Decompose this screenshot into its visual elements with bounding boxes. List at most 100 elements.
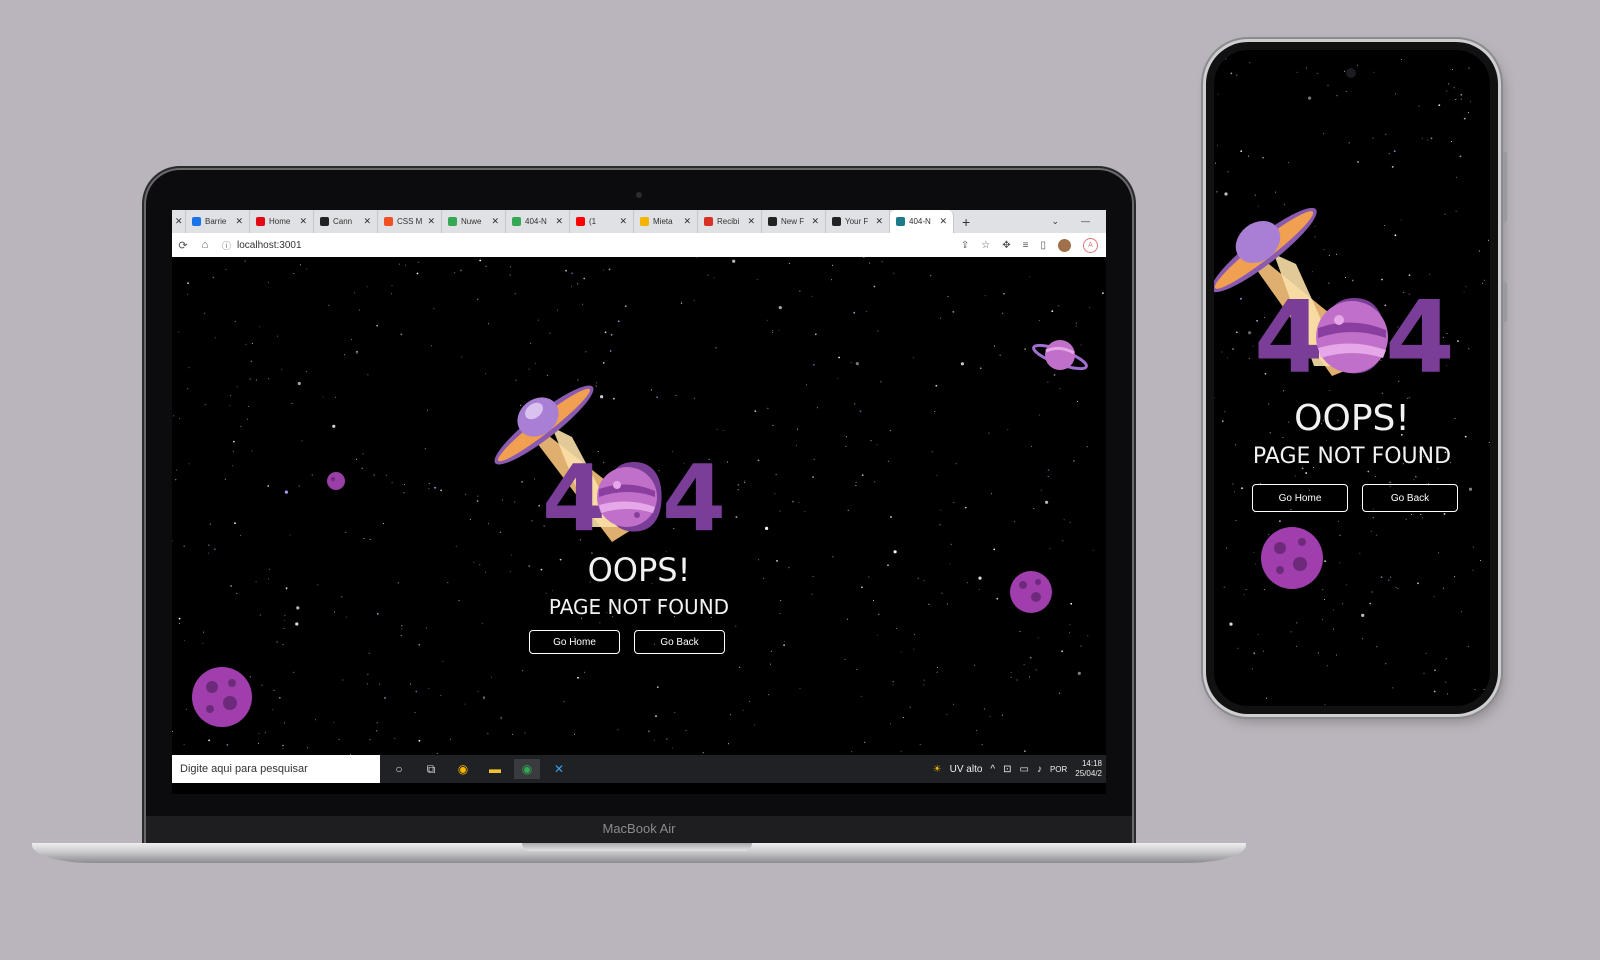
language-indicator[interactable]: POR xyxy=(1050,765,1067,774)
star xyxy=(869,262,871,264)
browser-tab[interactable]: 404-N ✕ xyxy=(506,210,570,233)
star xyxy=(941,592,943,594)
phone-power-button xyxy=(1503,152,1507,222)
phone-go-back-button[interactable]: Go Back xyxy=(1362,484,1458,512)
star xyxy=(792,500,794,503)
star xyxy=(258,733,260,735)
tab-label: 404-N xyxy=(909,217,931,226)
volume-icon[interactable]: ♪ xyxy=(1037,764,1042,775)
close-tab-icon[interactable]: ✕ xyxy=(875,216,883,227)
battery-icon[interactable]: ▭ xyxy=(1020,764,1029,775)
close-tab-icon[interactable]: ✕ xyxy=(619,216,627,227)
phone-go-home-button[interactable]: Go Home xyxy=(1252,484,1348,512)
close-tab-icon[interactable]: ✕ xyxy=(939,216,947,227)
star xyxy=(571,272,574,275)
headline: OOPS! xyxy=(587,551,691,589)
reading-list-icon[interactable]: ≡ xyxy=(1023,240,1029,251)
star xyxy=(1031,445,1032,447)
star xyxy=(230,395,232,396)
new-tab-button[interactable]: + xyxy=(962,214,970,230)
star xyxy=(1425,652,1427,654)
info-icon[interactable]: ⓘ xyxy=(222,239,231,252)
browser-tab[interactable]: Your F ✕ xyxy=(826,210,890,233)
browser-tab[interactable]: Barrie ✕ xyxy=(186,210,250,233)
close-tab-icon[interactable]: ✕ xyxy=(683,216,691,227)
chevron-up-icon[interactable]: ^ xyxy=(990,764,995,775)
clock[interactable]: 14:18 25/04/2 xyxy=(1075,759,1102,779)
star xyxy=(936,474,938,476)
close-tab-icon[interactable]: ✕ xyxy=(555,216,563,227)
star xyxy=(1438,552,1439,554)
chrome-active-icon[interactable]: ◉ xyxy=(514,759,540,779)
close-tab-icon[interactable]: ✕ xyxy=(299,216,307,227)
star xyxy=(545,592,547,594)
browser-tab[interactable]: Nuwe ✕ xyxy=(442,210,506,233)
close-tab-icon[interactable]: ✕ xyxy=(491,216,499,227)
star xyxy=(185,708,187,710)
minimize-button[interactable]: — xyxy=(1081,216,1090,227)
browser-tab[interactable]: Recibi ✕ xyxy=(698,210,762,233)
star xyxy=(577,676,579,679)
weather-text[interactable]: UV alto xyxy=(950,764,983,775)
taskbar-search-input[interactable]: Digite aqui para pesquisar xyxy=(172,755,380,783)
star xyxy=(244,260,246,262)
network-icon[interactable]: ⊡ xyxy=(1003,764,1011,775)
star xyxy=(1469,100,1471,102)
star xyxy=(369,538,371,540)
phone-asteroid-icon xyxy=(1261,527,1323,589)
star-icon[interactable]: ☆ xyxy=(981,240,990,251)
browser-tab[interactable]: 404-N ✕ xyxy=(890,210,954,233)
browser-tab[interactable]: (1 ✕ xyxy=(570,210,634,233)
star xyxy=(1438,104,1441,106)
star xyxy=(774,493,776,495)
weather-icon[interactable]: ☀ xyxy=(933,764,942,775)
cortana-icon[interactable]: ○ xyxy=(386,759,412,779)
star xyxy=(993,345,995,347)
profile-avatar[interactable] xyxy=(1058,238,1071,252)
file-explorer-icon[interactable]: ▬ xyxy=(482,759,508,779)
close-tab-icon[interactable]: ✕ xyxy=(811,216,819,227)
star xyxy=(1217,93,1219,95)
star xyxy=(892,681,894,683)
star xyxy=(487,733,489,735)
browser-tab[interactable]: New F ✕ xyxy=(762,210,826,233)
go-home-button[interactable]: Go Home xyxy=(529,630,620,654)
reload-icon[interactable]: ⟳ xyxy=(172,239,194,252)
star xyxy=(1417,582,1419,585)
star xyxy=(1253,652,1256,655)
star xyxy=(382,523,384,525)
star xyxy=(399,263,400,265)
vscode-icon[interactable]: ✕ xyxy=(546,759,572,779)
profile-button[interactable]: A xyxy=(1083,237,1098,253)
home-icon[interactable]: ⌂ xyxy=(194,239,216,251)
close-tab-icon[interactable]: ✕ xyxy=(427,216,435,227)
task-view-icon[interactable]: ⧉ xyxy=(418,759,444,779)
chrome-icon[interactable]: ◉ xyxy=(450,759,476,779)
star xyxy=(856,669,858,670)
browser-tab[interactable]: Cann ✕ xyxy=(314,210,378,233)
close-tab-icon[interactable]: ✕ xyxy=(363,216,371,227)
tab-close-icon[interactable]: ✕ xyxy=(172,210,186,233)
star xyxy=(328,304,330,306)
close-tab-icon[interactable]: ✕ xyxy=(235,216,243,227)
go-back-button[interactable]: Go Back xyxy=(634,630,725,654)
extensions-icon[interactable]: ✥ xyxy=(1002,240,1010,251)
star xyxy=(1459,155,1462,158)
url-field[interactable]: ⓘ localhost:3001 xyxy=(222,239,302,252)
share-icon[interactable]: ⇪ xyxy=(961,240,969,251)
close-tab-icon[interactable]: ✕ xyxy=(747,216,755,227)
browser-tab[interactable]: Home ✕ xyxy=(250,210,314,233)
star xyxy=(1232,483,1234,485)
react-icon xyxy=(896,217,905,226)
star xyxy=(1433,596,1435,598)
star xyxy=(796,444,797,446)
side-panel-icon[interactable]: ▯ xyxy=(1040,240,1046,251)
star xyxy=(866,310,868,312)
star xyxy=(1463,291,1465,293)
star xyxy=(391,285,393,287)
tab-search-icon[interactable]: ⌄ xyxy=(1051,216,1059,227)
star xyxy=(249,378,251,380)
star xyxy=(179,417,181,419)
browser-tab[interactable]: Mieta ✕ xyxy=(634,210,698,233)
browser-tab[interactable]: CSS M ✕ xyxy=(378,210,442,233)
